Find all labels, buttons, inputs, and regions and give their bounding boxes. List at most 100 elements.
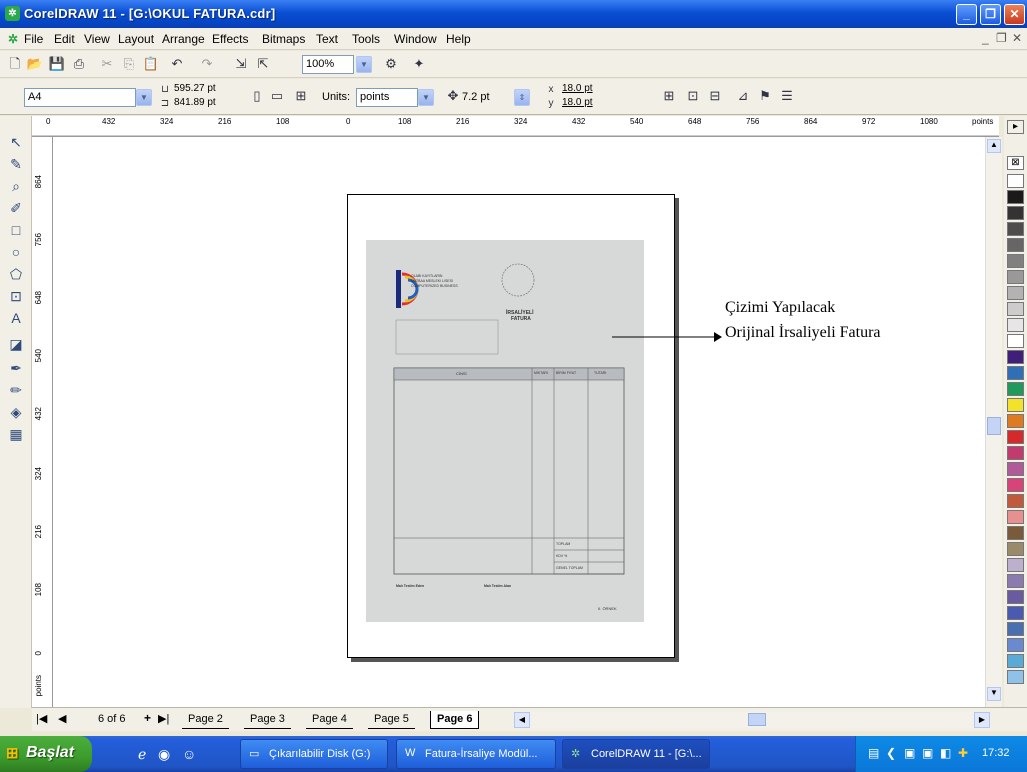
horizontal-ruler[interactable]: 0 432 324 216 108 0 108 216 324 432 540 … [32,116,999,137]
scroll-thumb[interactable] [987,417,1001,435]
color-swatch[interactable] [1007,638,1024,652]
security-icon[interactable]: ✚ [958,746,968,760]
snap-objects-icon[interactable]: ⊟ [706,87,724,105]
page-tab-active[interactable]: Page 6 [430,711,480,729]
menu-file[interactable]: File [24,32,43,46]
menu-tools[interactable]: Tools [352,32,380,46]
page-tab[interactable]: Page 5 [368,711,415,729]
coreldraw-app-icon[interactable]: ✲ [5,6,20,21]
cut-icon[interactable]: ✂ [98,55,116,73]
doc-close-button[interactable]: ✕ [1012,31,1022,45]
redo-icon[interactable]: ↷ [198,55,216,73]
tray-app-icon[interactable]: ◧ [940,746,951,760]
nudge-offset-input[interactable]: 7.2 pt [462,91,490,103]
hscroll-thumb[interactable] [748,713,766,726]
color-swatch[interactable] [1007,366,1024,380]
network-icon[interactable]: ▣ [922,746,933,760]
start-button[interactable]: ⊞ Başlat [0,736,92,772]
portrait-icon[interactable]: ▯ [248,87,266,105]
color-swatch[interactable] [1007,254,1024,268]
network-icon[interactable]: ▣ [904,746,915,760]
document-icon[interactable]: ✲ [8,32,18,46]
zoom-dropdown-arrow[interactable]: ▼ [356,56,372,73]
basic-shapes-tool-icon[interactable]: ⊡ [6,286,26,306]
tray-icon[interactable]: ▤ [868,746,879,760]
ellipse-tool-icon[interactable]: ○ [6,242,26,262]
units-dropdown-arrow[interactable]: ▼ [418,89,434,106]
first-page-icon[interactable]: |◀ [36,712,47,725]
palette-flyout-icon[interactable]: ▸ [1007,120,1024,134]
interactive-fill-tool-icon[interactable]: ▦ [6,424,26,444]
color-swatch[interactable] [1007,670,1024,684]
color-swatch[interactable] [1007,382,1024,396]
color-swatch[interactable] [1007,526,1024,540]
color-swatch[interactable] [1007,238,1024,252]
save-icon[interactable]: 💾 [48,55,66,73]
doc-restore-button[interactable]: ❐ [996,31,1007,45]
color-palette[interactable]: ▸ ⊠ [1004,116,1027,708]
color-swatch[interactable] [1007,190,1024,204]
rectangle-tool-icon[interactable]: □ [6,220,26,240]
menu-layout[interactable]: Layout [118,32,154,46]
color-swatch[interactable] [1007,446,1024,460]
shape-tool-icon[interactable]: ✎ [6,154,26,174]
dynamic-guides-icon[interactable]: ⊿ [734,87,752,105]
export-icon[interactable]: ⇱ [254,55,272,73]
units-select[interactable]: points [356,88,418,107]
application-launcher-icon[interactable]: ⚙ [382,55,400,73]
no-fill-swatch[interactable]: ⊠ [1007,156,1024,170]
page-options-icon[interactable]: ⊞ [292,87,310,105]
menu-edit[interactable]: Edit [54,32,75,46]
close-button[interactable]: ✕ [1004,4,1025,25]
last-page-icon[interactable]: ▶| [158,712,169,725]
zoom-tool-icon[interactable]: ⌕ [6,176,26,196]
color-swatch[interactable] [1007,510,1024,524]
media-quicklaunch-icon[interactable]: ◉ [158,746,170,763]
menu-arrange[interactable]: Arrange [162,32,205,46]
paste-icon[interactable]: 📋 [142,55,160,73]
color-swatch[interactable] [1007,334,1024,348]
minimize-button[interactable]: _ [956,4,977,25]
color-swatch[interactable] [1007,350,1024,364]
interactive-blend-tool-icon[interactable]: ◪ [6,334,26,354]
page-height-input[interactable]: 841.89 pt [174,97,216,108]
zoom-level-input[interactable]: 100% [302,55,354,74]
menu-view[interactable]: View [84,32,110,46]
color-swatch[interactable] [1007,654,1024,668]
color-swatch[interactable] [1007,302,1024,316]
color-swatch[interactable] [1007,542,1024,556]
menu-effects[interactable]: Effects [212,32,248,46]
ie-quicklaunch-icon[interactable]: ℯ [138,746,146,763]
color-swatch[interactable] [1007,174,1024,188]
page-width-input[interactable]: 595.27 pt [174,83,216,94]
taskbar-item-removable-disk[interactable]: ▭ Çıkarılabilir Disk (G:) [240,739,388,769]
align-icon[interactable]: ☰ [778,87,796,105]
freehand-tool-icon[interactable]: ✐ [6,198,26,218]
landscape-icon[interactable]: ▭ [268,87,286,105]
add-page-icon[interactable]: + [144,711,151,725]
paper-type-select[interactable]: A4 [24,88,136,107]
color-swatch[interactable] [1007,478,1024,492]
page-tab[interactable]: Page 2 [182,711,229,729]
menu-text[interactable]: Text [316,32,338,46]
paper-type-dropdown-arrow[interactable]: ▼ [136,89,152,106]
scroll-up-button[interactable]: ▲ [987,139,1001,153]
menu-bitmaps[interactable]: Bitmaps [262,32,305,46]
color-swatch[interactable] [1007,318,1024,332]
menu-help[interactable]: Help [446,32,471,46]
color-swatch[interactable] [1007,558,1024,572]
color-swatch[interactable] [1007,574,1024,588]
color-swatch[interactable] [1007,222,1024,236]
color-swatch[interactable] [1007,462,1024,476]
vertical-ruler[interactable]: 864 756 648 540 432 324 216 108 0 points [32,137,53,707]
polygon-tool-icon[interactable]: ⬠ [6,264,26,284]
color-swatch[interactable] [1007,606,1024,620]
new-icon[interactable]: 🗋 [6,55,24,73]
corel-online-icon[interactable]: ✦ [410,55,428,73]
print-icon[interactable]: ⎙ [70,55,88,73]
pick-tool-icon[interactable]: ↖ [6,132,26,152]
prev-page-icon[interactable]: ◀ [58,712,66,725]
open-icon[interactable]: 📂 [26,55,44,73]
copy-icon[interactable]: ⎘ [120,55,138,73]
doc-minimize-button[interactable]: _ [982,31,989,45]
